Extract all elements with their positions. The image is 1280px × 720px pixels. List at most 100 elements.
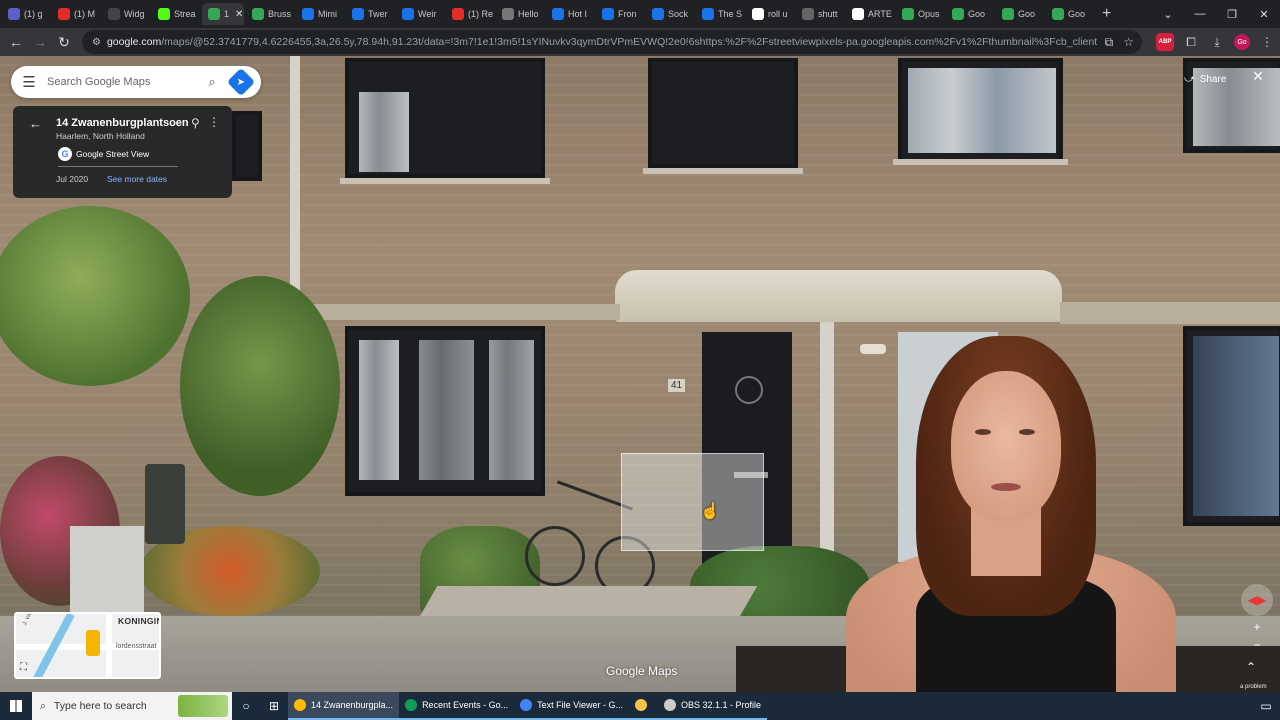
browser-tab[interactable]: Hello xyxy=(496,3,544,25)
minimize-button[interactable]: — xyxy=(1184,0,1216,28)
see-more-dates-link[interactable]: See more dates xyxy=(107,174,167,184)
hamburger-menu-icon[interactable]: ☰ xyxy=(11,73,47,91)
browser-tab[interactable]: roll u xyxy=(746,3,794,25)
browser-tab[interactable]: Sock xyxy=(646,3,694,25)
compass-icon[interactable]: ◀▶ xyxy=(1241,584,1273,616)
person-face xyxy=(951,371,1061,521)
lower-window xyxy=(345,326,545,496)
extensions-puzzle-icon[interactable]: ⧠ xyxy=(1182,33,1200,51)
close-tab-icon[interactable]: ✕ xyxy=(235,9,243,20)
browser-tab[interactable]: Goo xyxy=(946,3,994,25)
tab-label: Opus xyxy=(918,9,940,19)
taskbar-app[interactable]: 14 Zwanenburgpla... xyxy=(288,692,400,720)
profile-avatar[interactable]: Go xyxy=(1234,34,1250,50)
browser-tab[interactable]: Fron xyxy=(596,3,644,25)
widget-icon xyxy=(108,8,120,20)
address-bar[interactable]: ⚙ google.com/maps/@52.3741779,4.6226455,… xyxy=(82,30,1142,54)
expand-up-icon[interactable]: ⌃ xyxy=(1246,660,1256,674)
cortana-icon[interactable]: ○ xyxy=(232,692,260,720)
browser-tab[interactable]: 1 ✕ xyxy=(202,3,244,25)
taskbar-search[interactable]: ⌕ Type here to search xyxy=(32,692,232,720)
mouth xyxy=(991,483,1021,491)
loading-icon xyxy=(802,8,814,20)
gif-icon xyxy=(602,8,614,20)
page-icon xyxy=(502,8,514,20)
browser-tab[interactable]: Widg xyxy=(102,3,150,25)
google-icon xyxy=(752,8,764,20)
browser-tab[interactable]: (1) M xyxy=(52,3,100,25)
maps-search-box[interactable]: ☰ Search Google Maps ⌕ ➤ xyxy=(11,66,261,98)
tab-label: Hello xyxy=(518,9,539,19)
notification-icon[interactable]: ▭ xyxy=(1252,692,1280,720)
new-tab-button[interactable]: + xyxy=(1102,5,1111,23)
report-problem-link[interactable]: a problem xyxy=(1240,684,1267,690)
browser-tab[interactable]: Mimi xyxy=(296,3,344,25)
mini-map[interactable]: KONINGIN lordensstraat J. van Manderstr.… xyxy=(14,612,161,679)
maps-icon xyxy=(208,8,220,20)
street-view-source: Google Street View xyxy=(76,149,150,159)
taskbar-app[interactable] xyxy=(628,692,658,720)
browser-menu-icon[interactable]: ⋮ xyxy=(1258,33,1276,51)
gif-icon xyxy=(652,8,664,20)
browser-tab[interactable]: (1) Re xyxy=(446,3,494,25)
back-button[interactable]: ← xyxy=(4,30,28,54)
bicycle-wheel xyxy=(525,526,585,586)
tab-label: 1 xyxy=(224,9,230,19)
zoom-out-button[interactable]: − xyxy=(1248,636,1266,654)
pegman-icon[interactable] xyxy=(86,630,100,656)
browser-tab[interactable]: Twer xyxy=(346,3,394,25)
browser-tab[interactable]: Bruss xyxy=(246,3,294,25)
drain-pipe xyxy=(290,56,300,316)
browser-tab[interactable]: shutt xyxy=(796,3,844,25)
browser-tab[interactable]: (1) g xyxy=(2,3,50,25)
back-arrow-icon[interactable]: ← xyxy=(29,116,42,131)
site-info-icon[interactable]: ⚙ xyxy=(92,37,101,48)
adblock-extension-icon[interactable]: ABP xyxy=(1156,33,1174,51)
task-view-icon[interactable]: ⊞ xyxy=(260,692,288,720)
browser-tab[interactable]: Opus xyxy=(896,3,944,25)
browser-tab[interactable]: Goo xyxy=(996,3,1044,25)
tab-label: Sock xyxy=(668,9,689,19)
youtube-icon xyxy=(58,8,70,20)
search-input[interactable]: Search Google Maps xyxy=(47,76,197,88)
close-street-view-button[interactable]: ✕ xyxy=(1248,68,1268,90)
shrub xyxy=(180,276,340,496)
reload-button[interactable]: ↻ xyxy=(52,30,76,54)
browser-tab[interactable]: Weir xyxy=(396,3,444,25)
expand-map-icon[interactable]: ⛶ xyxy=(20,662,27,673)
maximize-button[interactable]: ❐ xyxy=(1216,0,1248,28)
house-number: 41 xyxy=(668,379,686,392)
taskbar-app[interactable]: Text File Viewer - G... xyxy=(514,692,629,720)
app-icon xyxy=(294,699,306,711)
window-menu-icon[interactable]: ⌄ xyxy=(1152,0,1184,28)
browser-tab[interactable]: The S xyxy=(696,3,744,25)
taskbar-app-label: OBS 32.1.1 - Profile xyxy=(680,700,762,710)
directions-icon[interactable]: ➤ xyxy=(226,67,256,97)
browser-tab[interactable]: Strea xyxy=(152,3,200,25)
search-icon[interactable]: ⌕ xyxy=(197,74,227,90)
location-pin-icon[interactable]: ⚲ xyxy=(191,116,200,130)
bookmark-star-icon[interactable]: ☆ xyxy=(1123,35,1134,49)
teams-icon xyxy=(8,8,20,20)
taskbar-app[interactable]: Recent Events - Go... xyxy=(399,692,515,720)
install-app-icon[interactable]: ⧉ xyxy=(1105,35,1114,50)
tab-label: Weir xyxy=(418,9,437,19)
tab-label: Goo xyxy=(968,9,986,19)
windows-start-button[interactable] xyxy=(0,692,32,720)
download-icon[interactable]: ⤓ xyxy=(1208,33,1226,51)
browser-tab[interactable]: ARTE xyxy=(846,3,894,25)
omnibox-icons: ⧉ ☆ xyxy=(1105,30,1134,54)
share-button[interactable]: ⤻ Share xyxy=(1176,68,1238,90)
close-window-button[interactable]: ✕ xyxy=(1248,0,1280,28)
taskbar-app[interactable]: OBS 32.1.1 - Profile xyxy=(657,692,768,720)
place-info-card: ← 14 Zwanenburgplantsoen Haarlem, North … xyxy=(13,106,232,198)
browser-tab[interactable]: Hot I xyxy=(546,3,594,25)
app-icon xyxy=(663,699,676,711)
map-label: lordensstraat xyxy=(116,643,157,650)
browser-tab[interactable]: Goo xyxy=(1046,3,1094,25)
forward-button[interactable]: → xyxy=(28,30,52,54)
search-highlight-image xyxy=(178,695,228,717)
more-options-icon[interactable]: ⋮ xyxy=(208,115,220,129)
zoom-in-button[interactable]: + xyxy=(1248,618,1266,636)
maps-icon xyxy=(1002,8,1014,20)
